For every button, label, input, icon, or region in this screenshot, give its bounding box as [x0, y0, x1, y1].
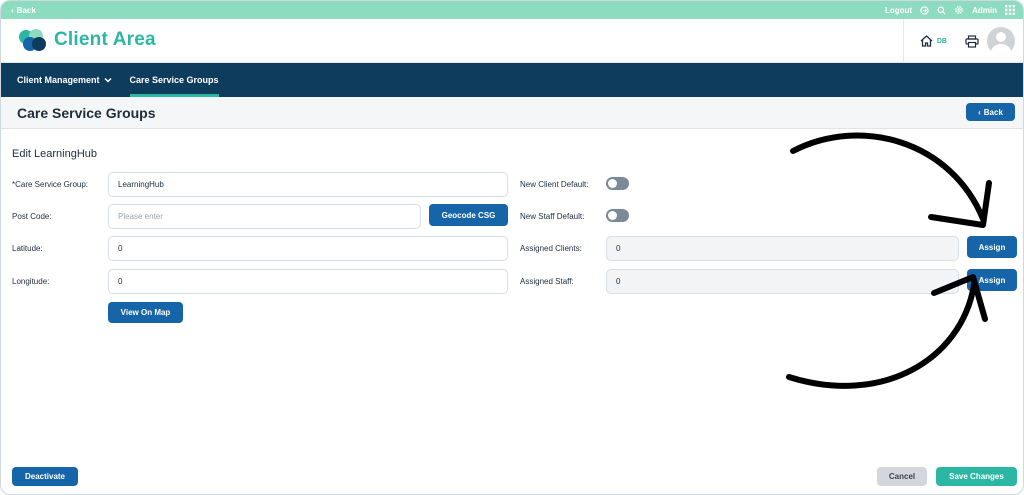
main-nav: Client Management Care Service Groups: [1, 63, 1023, 97]
latitude-label: Latitude:: [12, 244, 43, 253]
arrow-to-assign-staff: [786, 282, 977, 389]
assigned-clients-field: 0: [606, 236, 959, 261]
post-code-label: Post Code:: [12, 212, 52, 221]
assign-clients-button[interactable]: Assign: [967, 236, 1017, 258]
longitude-label: Longitude:: [12, 277, 50, 286]
view-on-map-button[interactable]: View On Map: [108, 302, 183, 323]
care-service-group-input[interactable]: LearningHub: [108, 172, 508, 197]
care-service-group-label: *Care Service Group:: [12, 180, 89, 189]
annotation-arrows: [786, 132, 992, 389]
app-window: ‹ Back Logout Admin Client Area DB Clien…: [0, 0, 1024, 495]
chevron-down-icon: [103, 77, 112, 83]
admin-user-label[interactable]: Admin: [972, 6, 997, 15]
save-changes-button[interactable]: Save Changes: [936, 467, 1017, 486]
print-icon[interactable]: [965, 34, 979, 48]
cancel-button[interactable]: Cancel: [877, 467, 927, 486]
brand[interactable]: Client Area: [16, 27, 156, 53]
top-back-link[interactable]: ‹ Back: [11, 6, 36, 15]
new-staff-default-label: New Staff Default:: [520, 212, 585, 221]
assigned-clients-label: Assigned Clients:: [520, 244, 582, 253]
new-client-default-label: New Client Default:: [520, 180, 589, 189]
logout-icon[interactable]: [920, 5, 929, 15]
app-header: Client Area DB: [1, 19, 1023, 63]
nav-item-label: Care Service Groups: [129, 75, 219, 85]
top-utility-actions: Logout Admin: [885, 5, 1015, 15]
page-title: Care Service Groups: [17, 105, 156, 121]
geocode-csg-button[interactable]: Geocode CSG: [429, 204, 508, 226]
arrow-to-assign-clients: [790, 132, 986, 222]
post-code-input[interactable]: Please enter: [108, 204, 421, 229]
longitude-input[interactable]: 0: [108, 269, 508, 294]
new-staff-default-toggle[interactable]: [606, 209, 629, 222]
page-back-button[interactable]: ‹ Back: [966, 103, 1015, 121]
latitude-input[interactable]: 0: [108, 236, 508, 261]
top-utility-bar: ‹ Back Logout Admin: [1, 1, 1023, 19]
assign-staff-button[interactable]: Assign: [967, 269, 1017, 291]
page-back-label: Back: [983, 107, 1003, 117]
nav-item-label: Client Management: [17, 75, 100, 85]
chevron-left-icon: ‹: [978, 107, 981, 117]
brand-title: Client Area: [54, 29, 156, 50]
nav-care-service-groups[interactable]: Care Service Groups: [129, 63, 219, 97]
apps-grid-icon[interactable]: [1005, 5, 1015, 15]
form-title: Edit LearningHub: [12, 148, 98, 160]
new-client-default-toggle[interactable]: [606, 177, 629, 190]
nav-client-management[interactable]: Client Management: [17, 63, 112, 97]
page-title-bar: Care Service Groups ‹ Back: [1, 97, 1023, 129]
chevron-left-icon: ‹: [11, 5, 14, 15]
deactivate-button[interactable]: Deactivate: [12, 467, 78, 486]
search-icon[interactable]: [937, 5, 946, 15]
header-actions: DB: [902, 19, 1023, 63]
logout-link[interactable]: Logout: [885, 6, 912, 15]
assigned-staff-label: Assigned Staff:: [520, 277, 574, 286]
gear-icon[interactable]: [954, 5, 964, 15]
home-button[interactable]: DB: [920, 35, 947, 47]
assigned-staff-field: 0: [606, 269, 959, 294]
top-back-label: Back: [16, 5, 36, 15]
avatar[interactable]: [987, 27, 1015, 55]
home-initials: DB: [936, 37, 947, 45]
brand-logo-icon: [19, 29, 46, 51]
header-divider: [902, 19, 904, 63]
home-icon: [920, 35, 933, 47]
arrowhead-assign-clients: [928, 180, 992, 228]
